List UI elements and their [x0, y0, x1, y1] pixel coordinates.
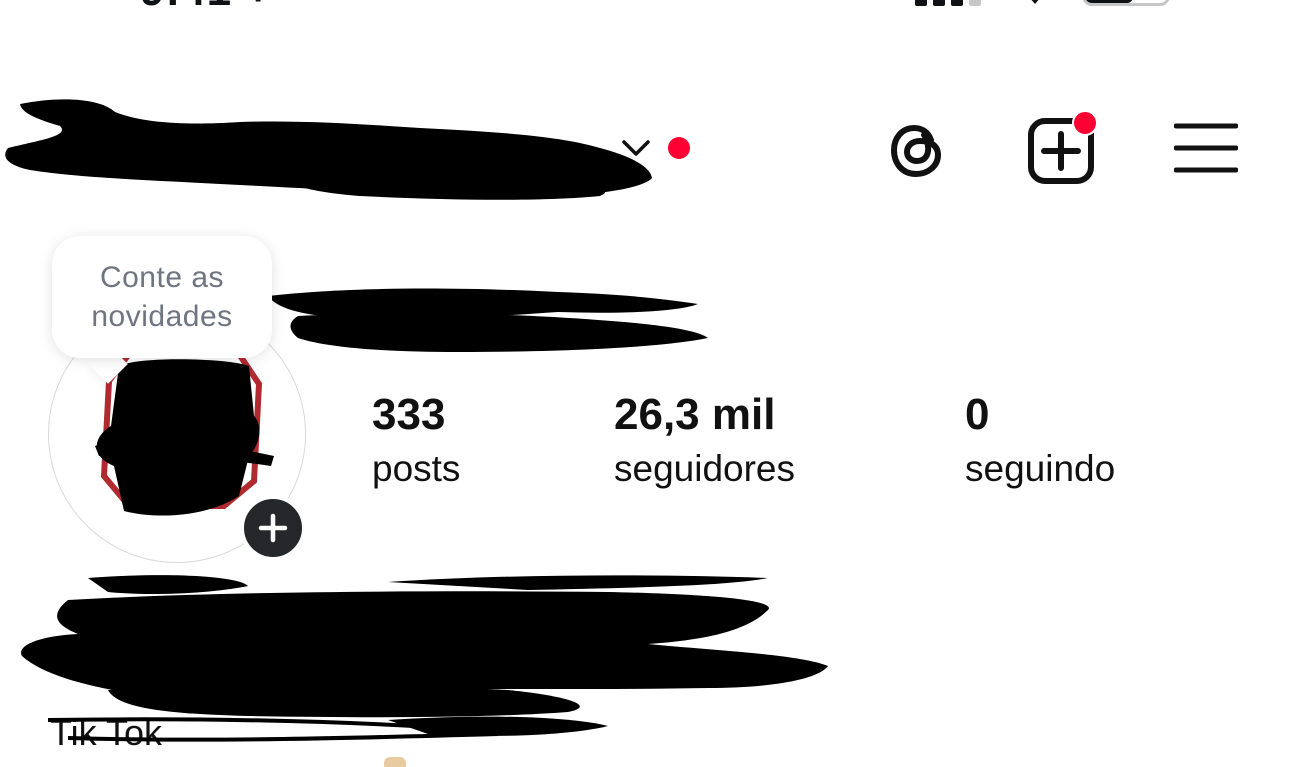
battery-icon [1082, 0, 1170, 6]
username-redacted[interactable] [0, 92, 660, 204]
tooltip-line1: Conte as [99, 261, 225, 294]
wifi-icon [1031, 0, 1039, 4]
posts-count[interactable]: 333 [372, 390, 445, 440]
tooltip-line2: novidades [91, 300, 233, 333]
status-time: 9:41 + [140, 0, 272, 16]
menu-icon[interactable] [1174, 122, 1238, 174]
chevron-down-icon[interactable] [620, 136, 652, 160]
plus-icon [258, 513, 288, 543]
posts-label[interactable]: posts [372, 448, 460, 490]
add-story-button[interactable] [240, 495, 306, 561]
emoji-fragment [384, 757, 406, 767]
add-post-notification-dot [1072, 110, 1098, 136]
following-count[interactable]: 0 [965, 390, 989, 440]
followers-label[interactable]: seguidores [614, 448, 795, 490]
notification-dot [668, 137, 690, 159]
signal-icon [915, 0, 985, 6]
story-tooltip[interactable]: Conte as novidades [52, 236, 272, 358]
display-name-redacted [268, 288, 708, 352]
following-label[interactable]: seguindo [965, 448, 1115, 490]
threads-icon[interactable] [884, 116, 950, 184]
bio-redacted [21, 575, 828, 742]
followers-count[interactable]: 26,3 mil [614, 390, 775, 440]
